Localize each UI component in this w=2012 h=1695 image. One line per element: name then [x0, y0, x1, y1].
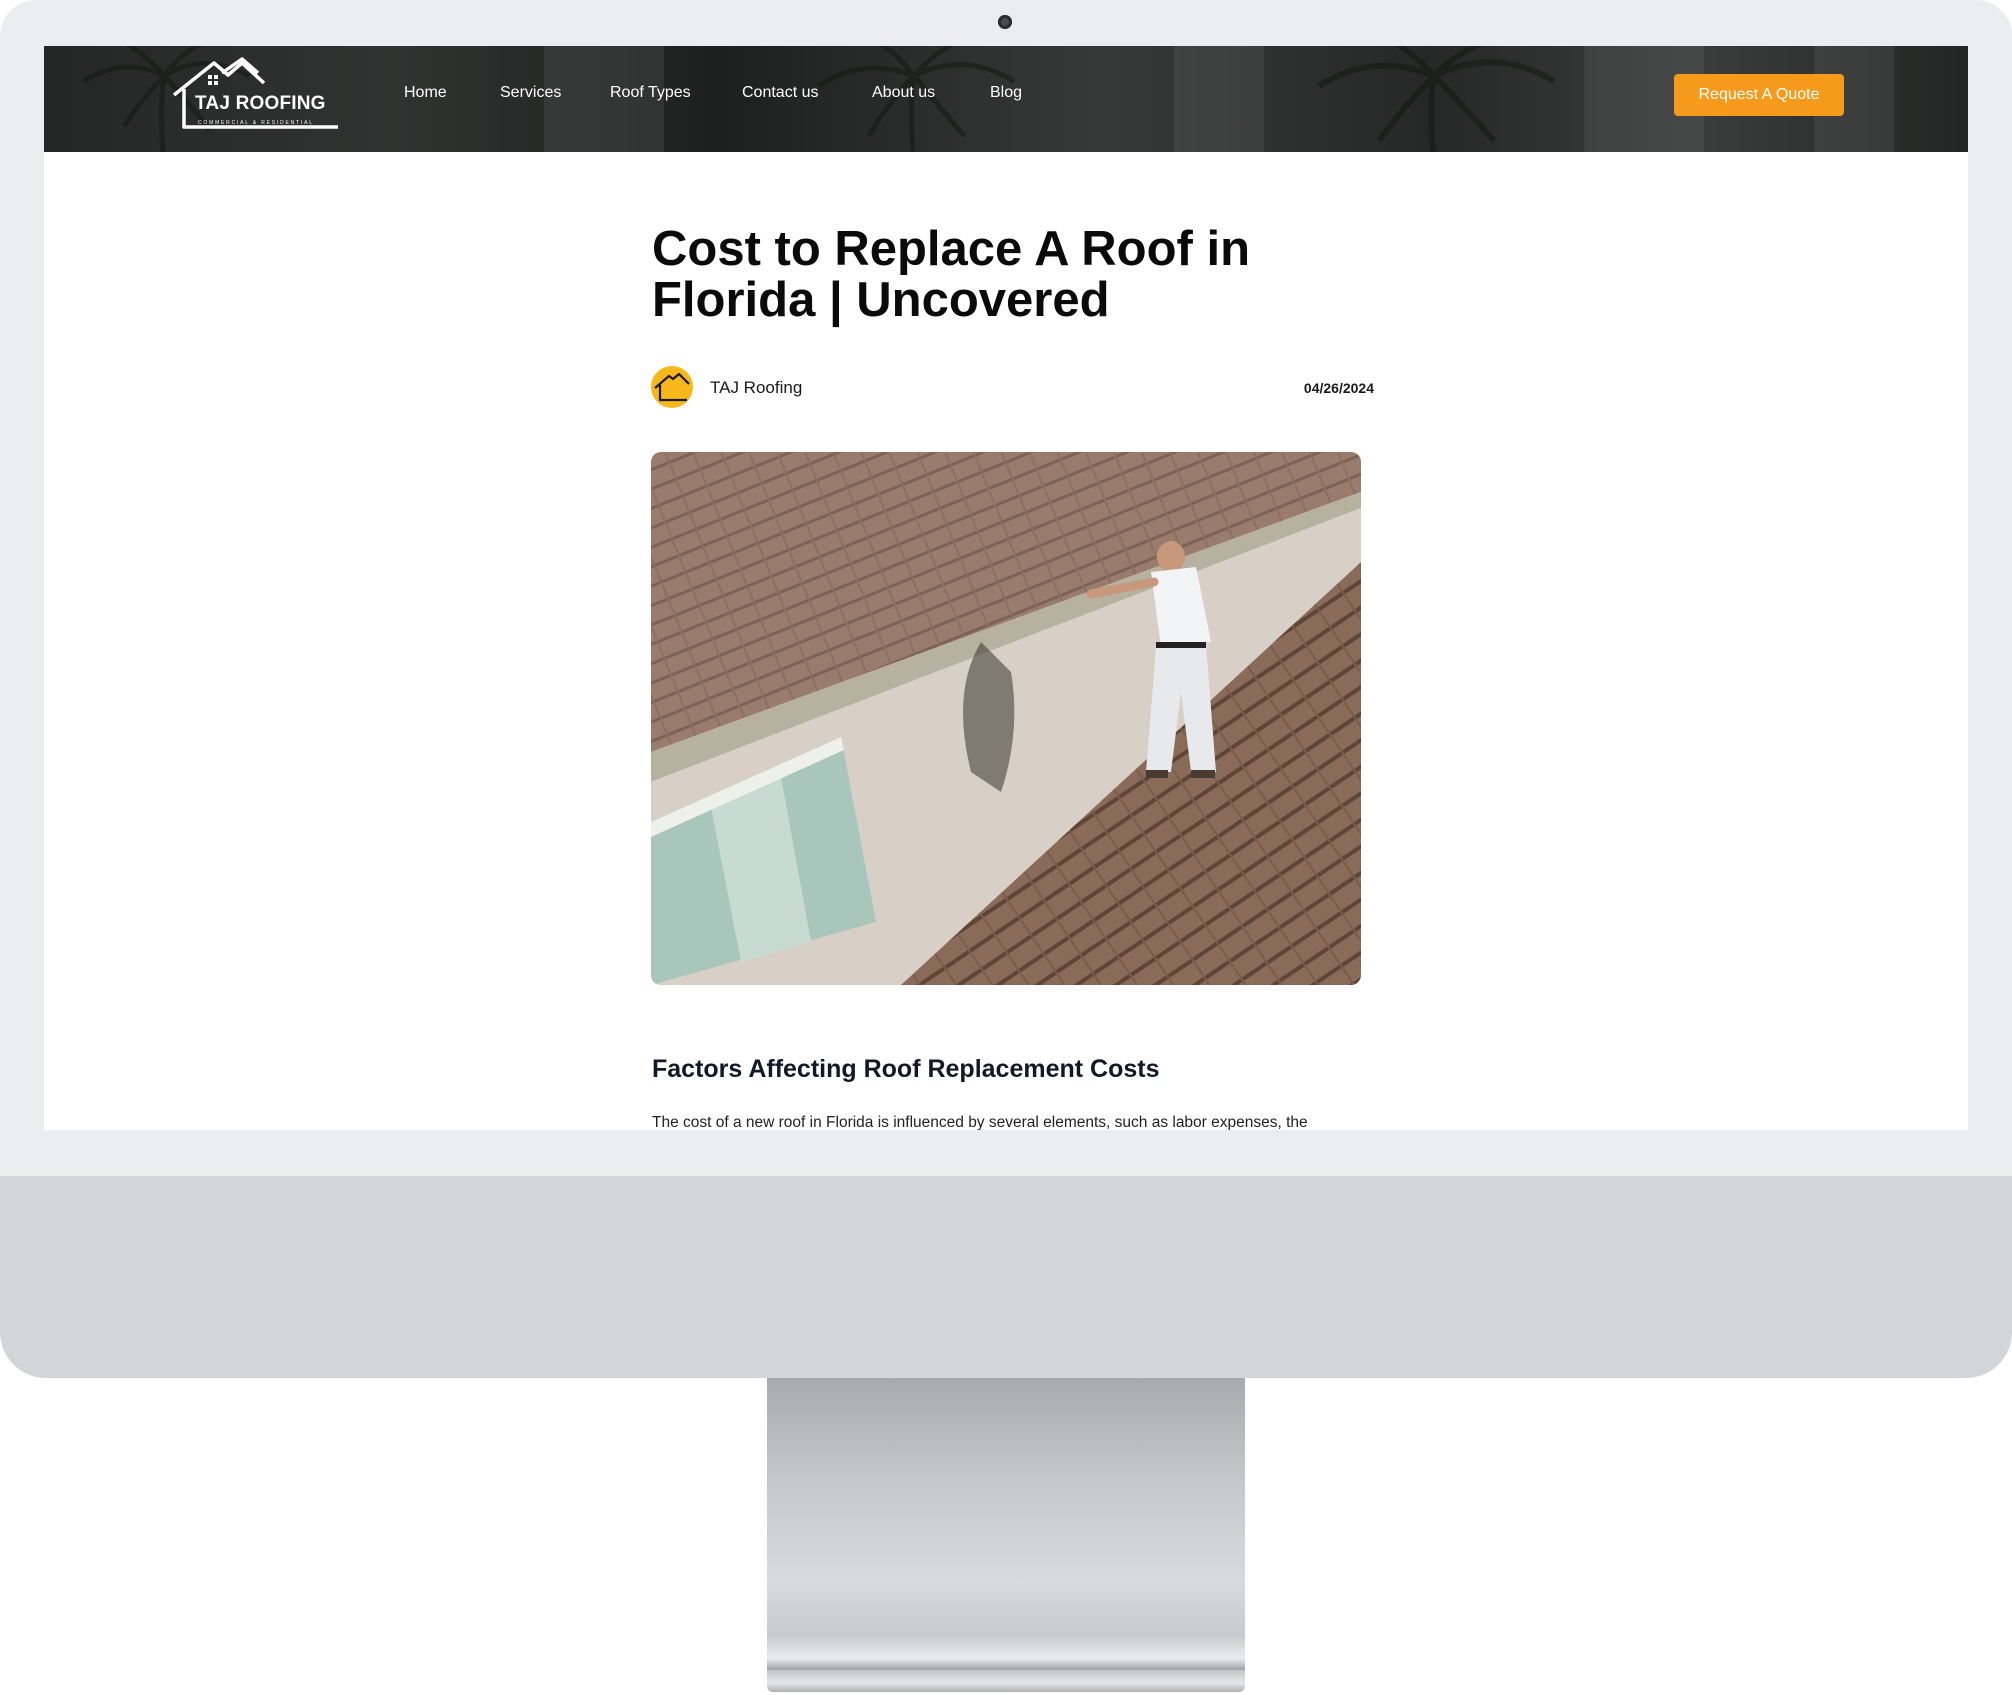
monitor-stand-foot — [767, 1670, 1245, 1692]
author-name[interactable]: TAJ Roofing — [710, 378, 802, 398]
logo-wordmark: TAJ ROOFING — [195, 93, 326, 114]
monitor-stand — [767, 1378, 1245, 1670]
nav-link-contact-us[interactable]: Contact us — [742, 84, 818, 102]
nav-link-home[interactable]: Home — [404, 84, 447, 102]
roofer-on-tile-roof-photo — [651, 452, 1361, 985]
nav-link-blog[interactable]: Blog — [990, 84, 1022, 102]
article-hero-image — [651, 452, 1361, 985]
house-roof-avatar-icon — [654, 372, 690, 402]
article-title: Cost to Replace A Roof in Florida | Unco… — [652, 222, 1251, 327]
author-avatar — [651, 366, 693, 408]
webcam-icon — [998, 15, 1012, 29]
monitor-chin — [0, 1176, 2012, 1378]
monitor-bezel: TAJ ROOFING COMMERCIAL & RESIDENTIAL Hom… — [0, 0, 2012, 1378]
article-paragraph: The cost of a new roof in Florida is inf… — [652, 1114, 1308, 1130]
post-date: 04/26/2024 — [1303, 380, 1374, 396]
nav-link-services[interactable]: Services — [500, 84, 561, 102]
nav-link-roof-types[interactable]: Roof Types — [610, 84, 691, 102]
browser-viewport: TAJ ROOFING COMMERCIAL & RESIDENTIAL Hom… — [44, 46, 1968, 1130]
section-heading: Factors Affecting Roof Replacement Costs — [652, 1055, 1160, 1083]
site-logo[interactable]: TAJ ROOFING COMMERCIAL & RESIDENTIAL — [168, 57, 340, 133]
nav-link-about-us[interactable]: About us — [872, 84, 935, 102]
request-quote-button[interactable]: Request A Quote — [1674, 74, 1844, 116]
site-header: TAJ ROOFING COMMERCIAL & RESIDENTIAL Hom… — [44, 46, 1968, 152]
logo-tagline: COMMERCIAL & RESIDENTIAL — [198, 120, 314, 126]
